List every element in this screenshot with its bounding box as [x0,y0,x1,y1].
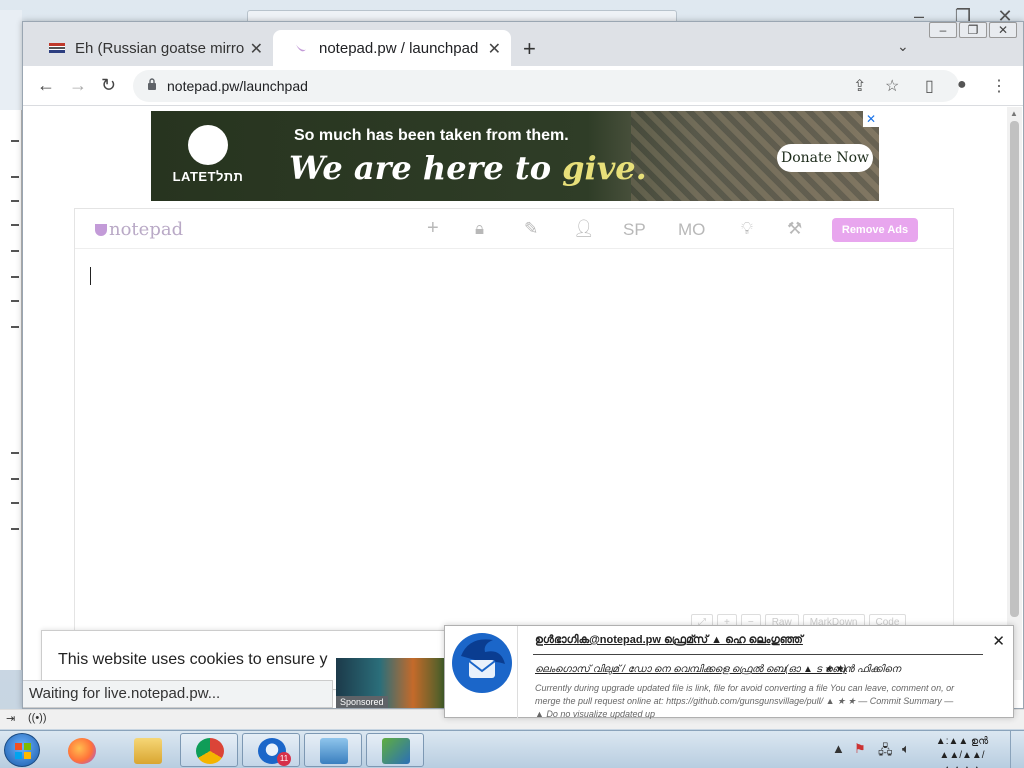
clock[interactable]: ▲:▲▲ ഉൻ ▲▲/▲▲/▲▲▲▲ [928,735,996,768]
ad-banner[interactable]: LATETתתל So much has been taken from the… [151,111,879,201]
tray-expand-icon[interactable]: ▲ [832,741,845,756]
tab-close-icon[interactable]: ✕ [488,39,501,59]
ad-headline: So much has been taken from them. [294,127,569,144]
pin-arrow-icon[interactable]: ⇥ [6,712,15,725]
thunderbird-notification[interactable]: ഉൾഭാഗിക@notepad.pw ഫ്രെമ്സ് ▲ ഹെ ലെംഗുഞ്… [444,625,1014,719]
ad-logo-mark-icon [188,125,228,165]
notification-close-icon[interactable]: ✕ [992,632,1005,650]
user-icon[interactable]: 👤︎ [573,219,595,239]
firefox-icon [68,738,96,764]
notification-subject: ലെംഗൊസ് വിലുമ് / ഡോ നെ വെമ്പിക്കളെ ഫ്രെൽ… [535,664,847,675]
notepad-header: notepad + 🔒︎ ✎ 👤︎ SP MO 💡︎ ⚒ Remove Ads [75,209,953,249]
background-window-edge [0,10,22,110]
start-button[interactable] [4,733,40,767]
windows-logo-icon [15,743,31,759]
tab-title: notepad.pw / launchpad [319,39,479,57]
notepad-logo-text: notepad [109,219,184,240]
show-desktop-button[interactable] [1010,731,1024,768]
taskbar-thunderbird[interactable]: 11 [242,733,300,767]
browser-toolbar: ← → ↻ notepad.pw/launchpad ⇪ ☆ ▯ ● ⋮ [23,66,1023,106]
tab-close-icon[interactable]: ✕ [250,39,263,59]
control-panel-icon [320,738,348,764]
flag-icon [49,43,65,53]
taskbar-control-panel[interactable] [304,733,362,767]
tab-eh[interactable]: Eh (Russian goatse mirro ✕ [29,30,273,66]
scrollbar-thumb[interactable] [1010,121,1019,617]
page-scrollbar[interactable]: ▲ [1007,107,1022,680]
thunderbird-icon [452,633,512,693]
folder-icon [134,738,162,764]
background-document-edge [0,110,22,670]
profile-avatar-icon[interactable]: ● [957,76,967,94]
ad-tagline: We are here to give. [289,149,647,187]
taskbar-chrome[interactable] [180,733,238,767]
maximize-button[interactable]: ❐ [959,22,987,38]
notification-title: ഉൾഭാഗിക@notepad.pw ഫ്രെമ്സ് ▲ ഹെ ലെംഗുഞ്… [535,634,803,646]
status-bar: Waiting for live.notepad.pw... [23,680,333,708]
minimize-button[interactable]: – [929,22,957,38]
ad-tagline-prefix: We are here to [289,149,563,187]
new-tab-button[interactable]: + [523,36,536,62]
tab-strip: Eh (Russian goatse mirro ✕ notepad.pw / … [23,22,1023,66]
chrome-window: Eh (Russian goatse mirro ✕ notepad.pw / … [22,21,1024,709]
side-panel-icon[interactable]: ▯ [925,76,934,96]
ad-close-icon[interactable]: ✕ [863,111,879,127]
tab-notepad[interactable]: notepad.pw / launchpad ✕ [273,30,511,66]
ad-brand: LATETתתל [172,169,244,184]
url-text: notepad.pw/launchpad [167,78,308,94]
scroll-up-icon[interactable]: ▲ [1010,109,1018,118]
ad-tagline-highlight: give. [562,149,647,187]
more-menu-icon[interactable]: ⋮ [991,76,1007,96]
remove-ads-button[interactable]: Remove Ads [832,218,918,242]
tab-title: Eh (Russian goatse mirro [75,39,245,57]
pencil-icon[interactable]: ✎ [524,219,538,239]
sponsored-label: Sponsored [336,696,388,708]
notification-body: Currently during upgrade updated file is… [535,683,955,719]
mo-button[interactable]: MO [678,220,705,240]
action-center-flag-icon[interactable]: ⚑ [854,741,866,757]
add-icon[interactable]: + [427,217,439,240]
taskbar-firefox[interactable] [52,733,110,767]
broadcast-icon[interactable]: ((•)) [28,712,47,724]
close-window-button[interactable]: ✕ [989,22,1017,38]
remote-desktop-icon [382,738,410,764]
address-bar[interactable]: notepad.pw/launchpad ⇪ ☆ [133,70,959,102]
ad-logo: LATETתתל [165,123,251,191]
forward-arrow-icon[interactable]: → [69,75,87,96]
taskbar-explorer[interactable] [118,733,176,767]
donate-now-button[interactable]: Donate Now [777,144,873,172]
taskbar-remote-desktop[interactable] [366,733,424,767]
notepad-editor[interactable] [75,250,953,610]
network-icon[interactable]: 🖧︎ [878,741,893,763]
notepad-favicon-icon [296,44,306,52]
page-viewport: LATETתתל So much has been taken from the… [23,107,1007,680]
notepad-logo[interactable]: notepad [95,219,183,240]
lock-icon[interactable]: 🔒︎ [475,219,484,239]
tab-search-chevron-icon[interactable]: ⌄ [897,38,909,55]
clock-time: ▲:▲▲ ഉൻ [935,736,989,747]
reload-icon[interactable]: ↻ [101,75,116,96]
notification-rule [533,654,983,655]
tools-icon[interactable]: ⚒ [787,219,802,239]
window-controls: – ❐ ✕ [927,22,1017,38]
back-arrow-icon[interactable]: ← [37,75,55,96]
notepad-app: notepad + 🔒︎ ✎ 👤︎ SP MO 💡︎ ⚒ Remove Ads … [74,208,954,680]
bookmark-star-icon[interactable]: ☆ [885,76,899,96]
lightbulb-icon[interactable]: 💡︎ [741,219,753,239]
clock-date: ▲▲/▲▲/▲▲▲▲ [939,750,985,768]
notification-sender: ബെൻ ഫിക്കിനെ [825,664,901,675]
share-icon[interactable]: ⇪ [853,76,866,96]
cookie-text: This website uses cookies to ensure y [58,651,328,668]
volume-icon[interactable]: 🔈︎ [902,741,910,757]
notepad-leaf-icon [95,224,107,236]
taskbar: 11 ▲ ⚑ 🖧︎ 🔈︎ ▲:▲▲ ഉൻ ▲▲/▲▲/▲▲▲▲ [0,730,1024,768]
unread-badge: 11 [277,752,291,766]
sp-button[interactable]: SP [623,220,646,240]
notification-divider [517,626,518,719]
sponsored-ad[interactable]: Sponsored [336,658,446,708]
lock-icon[interactable] [147,78,157,90]
chrome-icon [196,738,224,764]
